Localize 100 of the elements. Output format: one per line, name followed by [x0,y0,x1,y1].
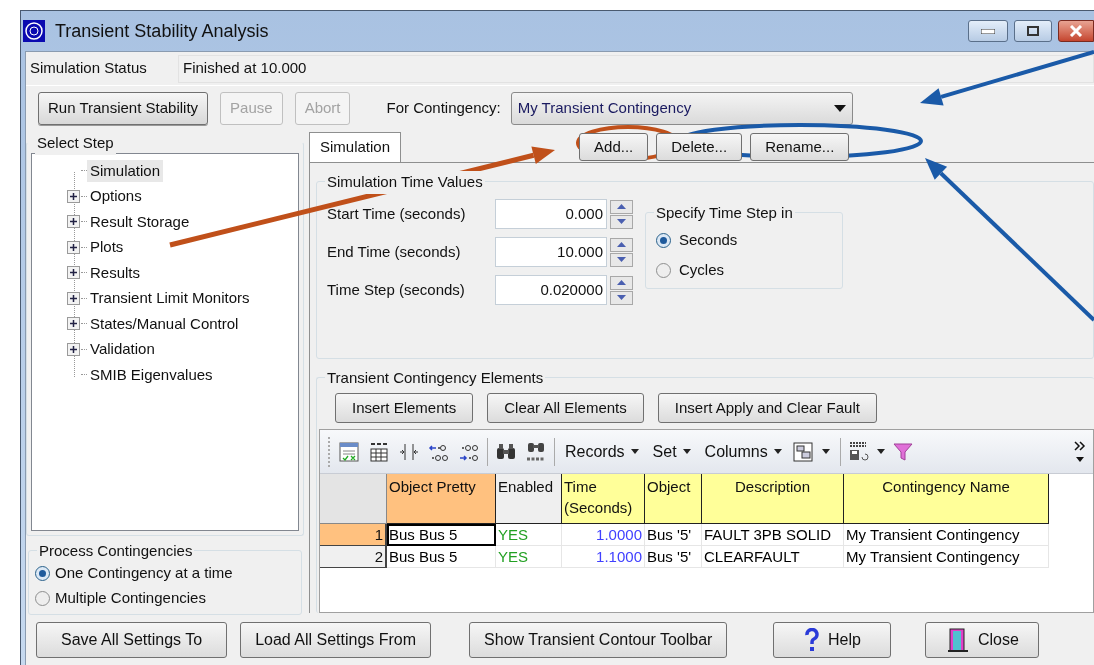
expand-icon[interactable] [67,317,80,331]
tab[interactable]: Simulation [309,132,402,162]
door-icon [945,627,970,653]
layout-icon[interactable] [791,439,816,464]
tree-item[interactable]: States/Manual Control [87,312,242,335]
table-cell: YES [496,546,562,568]
column-header[interactable]: Contingency Name [844,474,1049,524]
up-arrow-icon [617,204,626,209]
option-label: Seconds [679,229,738,250]
minimize-button[interactable] [968,20,1008,42]
dialog-button[interactable]: Save All Settings To [36,622,228,658]
toolbar-menu[interactable]: Set [648,439,695,464]
table-cell: YES [496,524,562,546]
table-cell: Bus Bus 5 [387,524,496,546]
spin-down-button[interactable] [610,290,633,305]
tree-item[interactable]: Results [87,261,144,284]
toolbar-menu[interactable]: Records [561,439,643,464]
spin-down-button[interactable] [610,252,633,267]
expand-icon[interactable] [67,215,80,229]
radio-button[interactable] [656,232,671,248]
caret-icon [682,449,691,454]
status-field: Finished at 10.000 [178,54,1094,83]
expand-icon[interactable] [67,342,80,356]
corner-header[interactable] [320,474,387,524]
contingency-button[interactable]: Add... [579,133,649,161]
up-arrow-icon [617,280,626,285]
column-header[interactable]: Object [645,474,702,524]
expand-icon[interactable] [67,240,80,254]
time-input[interactable]: 0.020000 [495,275,607,305]
close-button[interactable] [1058,20,1094,42]
time-input[interactable]: 0.000 [495,199,607,229]
up-arrow-icon [617,242,626,247]
dropdown-caret-icon [833,104,846,112]
caret-icon [876,449,885,454]
tree-item[interactable]: Options [87,185,145,208]
window-title: Transient Stability Analysis [55,19,269,43]
dialog-button[interactable]: Load All Settings From [240,622,432,658]
table-cell: Bus '5' [645,546,702,568]
column-header[interactable]: Object Pretty [387,474,496,524]
minimize-icon [981,28,995,34]
expand-icon[interactable] [67,189,80,203]
time-input[interactable]: 10.000 [495,237,607,267]
toolbar-menu[interactable]: Columns [700,439,786,464]
column-header[interactable]: Description [702,474,844,524]
contingency-label: For Contingency: [386,97,501,118]
down-arrow-icon [617,257,626,262]
help-icon [803,628,820,652]
row-number[interactable]: 1 [320,524,387,546]
spin-up-button[interactable] [610,199,633,214]
table-cell: 1.1000 [562,546,645,568]
table-cell: My Transient Contingency [844,546,1049,568]
dialog-button[interactable]: Show Transient Contour Toolbar [469,622,728,658]
tree-item[interactable]: Simulation [87,159,164,182]
tree-item[interactable]: Validation [87,338,158,361]
contingency-button[interactable]: Rename... [750,133,850,161]
toolbar-button[interactable]: Run Transient Stability [38,91,209,125]
table-cell: Bus '5' [645,524,702,546]
tree-item[interactable]: SMIB Eigenvalues [87,363,216,386]
maximize-icon [1027,26,1039,36]
maximize-button[interactable] [1014,20,1052,42]
expand-icon[interactable] [67,266,80,280]
elements-button[interactable]: Insert Apply and Clear Fault [657,393,877,423]
contingency-dropdown[interactable]: My Transient Contingency [510,91,853,125]
option-label: Multiple Contingencies [55,588,206,609]
row-number[interactable]: 2 [320,546,387,568]
status-label: Simulation Status [30,58,148,79]
radio-button[interactable] [35,565,50,581]
elements-button[interactable]: Insert Elements [335,393,474,423]
form-icon[interactable] [337,439,361,464]
tree-item[interactable]: Plots [87,236,127,259]
field-label: End Time (seconds) [327,241,462,262]
radio-button[interactable] [656,262,671,278]
table-cell: Bus Bus 5 [387,546,496,568]
table-cell: 1.0000 [562,524,645,546]
contingency-button[interactable]: Delete... [656,133,743,161]
tree-item[interactable]: Result Storage [87,210,193,233]
expand-icon[interactable] [67,291,80,305]
spin-down-button[interactable] [610,214,633,229]
option-label: One Contingency at a time [55,563,233,584]
dialog-button[interactable]: Help [773,622,892,658]
radio-button[interactable] [35,590,50,606]
close-icon [1069,25,1083,37]
app-logo-icon [23,20,45,42]
down-arrow-icon [617,295,626,300]
spin-up-button[interactable] [610,237,633,252]
tree-item[interactable]: Transient Limit Monitors [87,287,253,310]
down-arrow-icon [617,219,626,224]
table-cell: CLEARFAULT [702,546,844,568]
caret-icon [773,449,782,454]
column-header[interactable]: Enabled [496,474,562,524]
option-label: Cycles [679,259,724,280]
dialog-button[interactable]: Close [925,622,1040,658]
table-cell: My Transient Contingency [844,524,1049,546]
field-label: Time Step (seconds) [327,279,466,300]
elements-button[interactable]: Clear All Elements [487,393,644,423]
spin-up-button[interactable] [610,275,633,290]
group-title: Simulation Time Values [325,171,485,194]
column-header[interactable]: Time (Seconds) [562,474,645,524]
field-label: Start Time (seconds) [327,203,467,224]
table-cell: FAULT 3PB SOLID [702,524,844,546]
